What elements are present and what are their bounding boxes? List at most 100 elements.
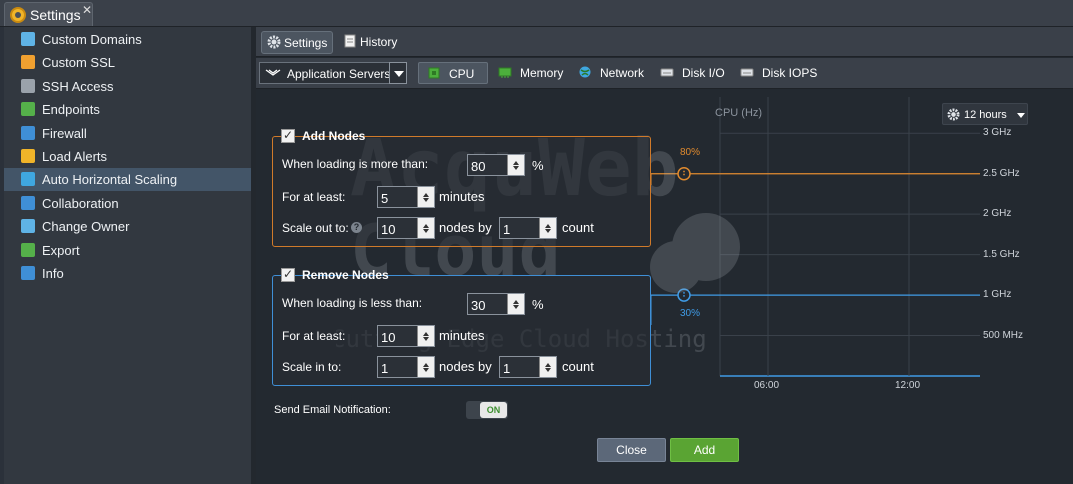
y-tick-label: 2.5 GHz [983,167,1020,179]
remove-nodes-panel: Remove Nodes When loading is less than: … [272,267,651,386]
add-button[interactable]: Add [670,438,739,462]
chevron-down-icon[interactable] [389,62,407,84]
sidebar-item-change-owner[interactable]: Change Owner [4,215,251,238]
change-owner-icon [21,219,35,234]
toggle-state: ON [480,402,507,418]
sidebar-item-custom-ssl[interactable]: Custom SSL [4,51,251,74]
y-tick-label: 2 GHz [983,208,1012,220]
node-group-value: Application Servers [287,67,391,81]
x-tick-label: 06:00 [754,380,780,391]
add-nodes-checkbox[interactable] [281,128,295,143]
add-nodes-by-label: nodes by [439,220,492,235]
add-loading-value: 80 [471,159,486,174]
disk-io-icon [660,68,674,77]
remove-count-unit: count [562,359,594,374]
endpoints-icon [21,102,35,117]
tab-settings-label: Settings [284,36,328,50]
tab-history[interactable]: History [338,31,402,54]
metric-disk-iops-label: Disk IOPS [762,66,818,80]
sidebar: Custom Domains Custom SSL SSH Access Endpoi… [4,27,252,484]
metric-disk-iops[interactable]: Disk IOPS [732,62,820,84]
metric-network[interactable]: Network [570,62,648,84]
gear-icon [267,35,281,49]
stepper-arrows-icon[interactable] [417,357,434,377]
scaling-icon [21,172,35,187]
remove-count-value: 1 [503,361,511,376]
remove-atleast-label: For at least: [282,329,346,343]
help-icon[interactable]: ? [351,222,362,233]
add-count-stepper[interactable]: 1 [499,217,557,239]
gear-icon [947,108,960,121]
add-duration-value: 5 [381,191,389,206]
remove-loading-stepper[interactable]: 30 [467,293,525,315]
metric-disk-io[interactable]: Disk I/O [652,62,730,84]
remove-duration-stepper[interactable]: 10 [377,325,435,347]
sidebar-item-export[interactable]: Export [4,239,251,262]
sidebar-item-load-alerts[interactable]: Load Alerts [4,145,251,168]
info-icon [21,266,35,280]
remove-nodes-title: Remove Nodes [302,268,389,282]
time-range-label: 12 hours [964,109,1007,121]
add-count-unit: count [562,220,594,235]
sidebar-item-firewall[interactable]: Firewall [4,122,251,145]
metric-cpu[interactable]: CPU [418,62,488,84]
add-nodes-header: Add Nodes [281,128,365,145]
sidebar-item-auto-horizontal-scaling[interactable]: Auto Horizontal Scaling [4,168,251,192]
y-tick-label: 3 GHz [983,127,1012,139]
stepper-arrows-icon[interactable] [507,155,524,175]
remove-duration-unit: minutes [439,328,485,343]
sidebar-item-custom-domains[interactable]: Custom Domains [4,28,251,51]
add-loading-stepper[interactable]: 80 [467,154,525,176]
node-group-select[interactable]: Application Servers [259,62,407,84]
sidebar-item-label: Endpoints [42,102,100,118]
add-count-value: 1 [503,222,511,237]
stepper-arrows-icon[interactable] [539,357,556,377]
scale-in-stepper[interactable]: 1 [377,356,435,378]
tabs-bar: Settings History [256,27,1073,57]
chart-title: CPU (Hz) [715,107,763,119]
tab-settings[interactable]: Settings [261,31,333,54]
sidebar-item-info[interactable]: Info [4,262,251,285]
sidebar-item-endpoints[interactable]: Endpoints [4,98,251,121]
add-duration-stepper[interactable]: 5 [377,186,435,208]
export-icon [21,242,35,257]
stepper-arrows-icon[interactable] [507,294,524,314]
sidebar-item-label: Custom SSL [42,55,115,71]
y-tick-label: 500 MHz [983,329,1024,341]
add-threshold-label: 80% [680,146,701,158]
stepper-arrows-icon[interactable] [417,187,434,207]
y-tick-label: 1.5 GHz [983,248,1020,260]
email-notification-toggle[interactable]: ON [466,401,508,419]
sidebar-item-ssh-access[interactable]: SSH Access [4,75,251,98]
remove-loading-label: When loading is less than: [282,296,423,310]
main-panel: Settings History Application Servers CPU… [256,27,1073,484]
add-loading-unit: % [532,158,544,173]
close-button[interactable]: Close [597,438,666,462]
remove-count-stepper[interactable]: 1 [499,356,557,378]
stepper-arrows-icon[interactable] [539,218,556,238]
alert-icon [21,149,35,163]
sidebar-item-collaboration[interactable]: Collaboration [4,192,251,215]
stepper-arrows-icon[interactable] [417,218,434,238]
metric-disk-io-label: Disk I/O [682,66,725,80]
scale-out-stepper[interactable]: 10 [377,217,435,239]
metric-memory[interactable]: Memory [490,62,568,84]
remove-nodes-by-label: nodes by [439,359,492,374]
sidebar-item-label: Info [42,266,64,281]
scale-out-label: Scale out to: [282,221,349,235]
scale-in-label: Scale in to: [282,360,342,374]
remove-nodes-header: Remove Nodes [281,267,389,284]
globe-icon [21,32,35,46]
shield-icon [21,125,35,140]
add-nodes-title: Add Nodes [302,129,366,143]
time-range-select[interactable]: 12 hours [942,103,1028,125]
window-title: Settings [30,7,81,23]
stepper-arrows-icon[interactable] [417,326,434,346]
add-nodes-panel: Add Nodes When loading is more than: 80 … [272,128,651,247]
close-icon[interactable]: ✕ [82,3,92,17]
disk-iops-icon [740,68,754,77]
email-notification-label: Send Email Notification: [274,404,391,416]
remove-nodes-checkbox[interactable] [281,267,295,282]
scale-out-value: 10 [381,222,396,237]
settings-window-tab[interactable]: Settings ✕ [4,2,93,26]
